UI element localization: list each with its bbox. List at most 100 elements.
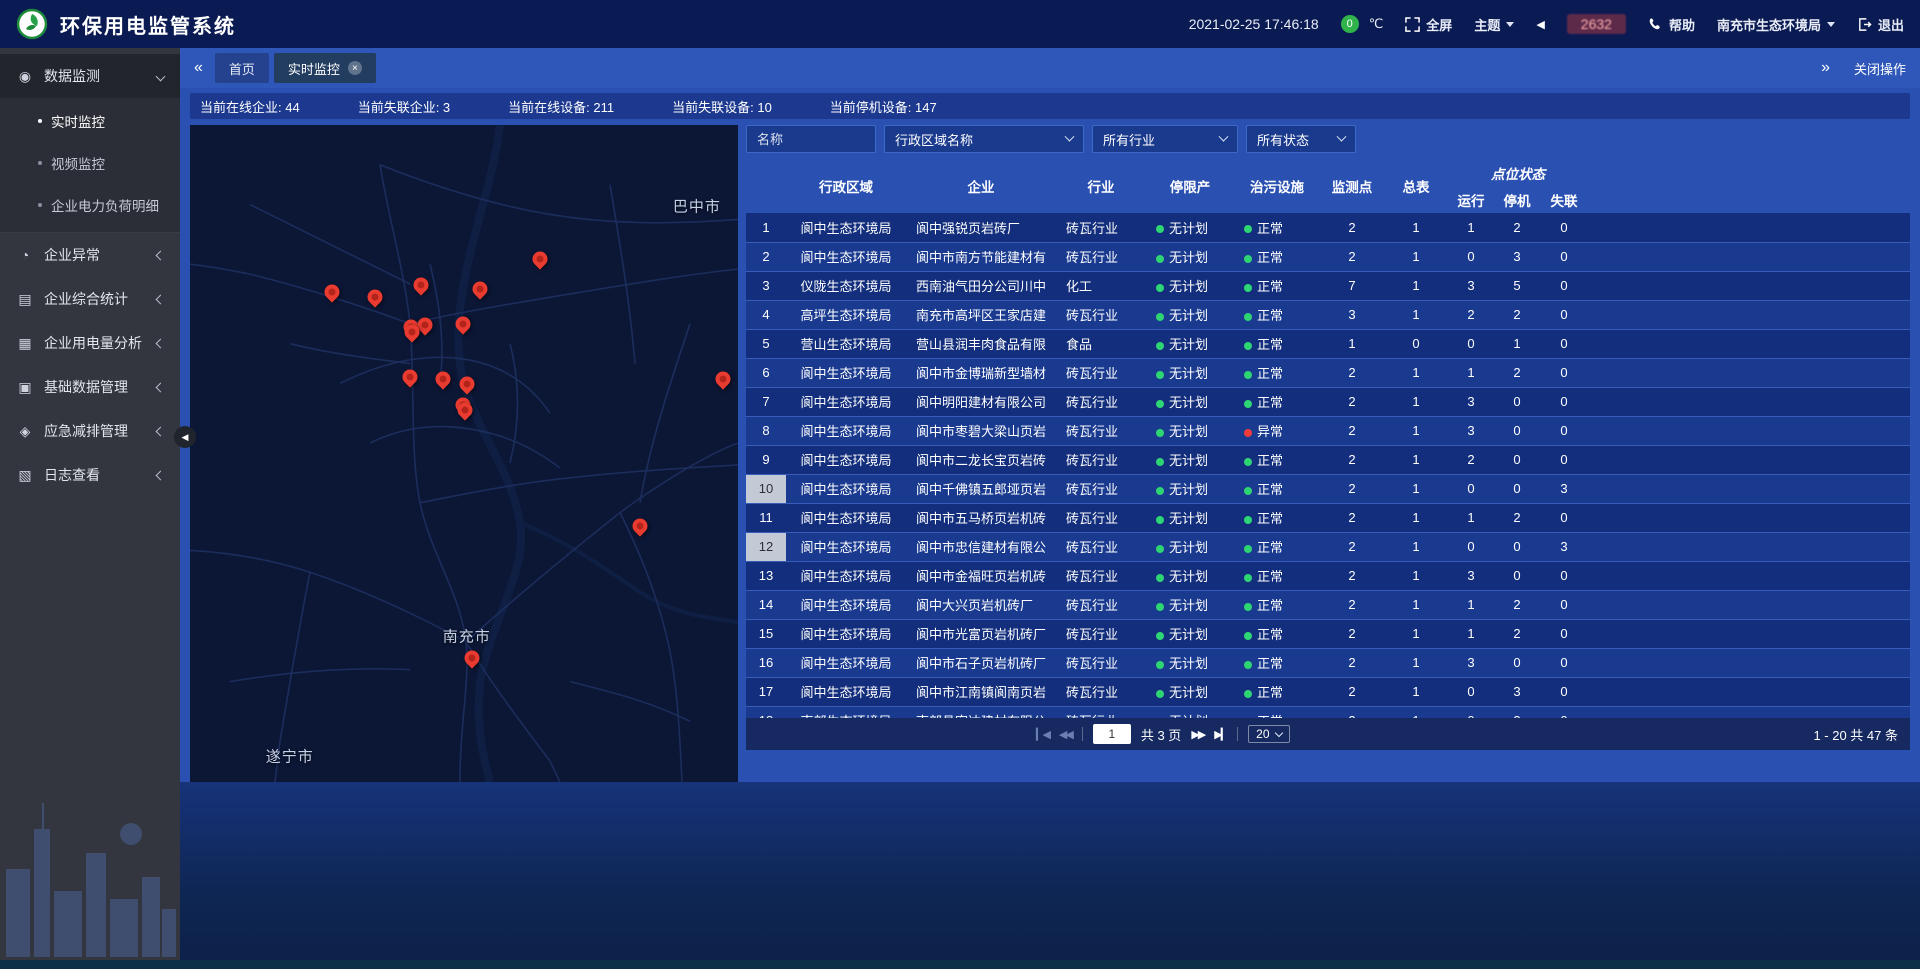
theme-menu[interactable]: 主题 bbox=[1474, 15, 1514, 34]
cell-region: 阆中生态环境局 bbox=[786, 532, 906, 561]
table-row[interactable]: 1阆中生态环境局阆中强锐页岩砖厂砖瓦行业无计划正常21120 bbox=[746, 213, 1910, 242]
col-header-point-status: 点位状态 bbox=[1448, 159, 1588, 187]
table-row[interactable]: 3仪陇生态环境局西南油气田分公司川中化工无计划正常71350 bbox=[746, 271, 1910, 300]
sidebar-collapse-button[interactable]: ◀ bbox=[174, 426, 196, 448]
sidebar-group-base-data[interactable]: ▣基础数据管理 bbox=[0, 365, 180, 409]
cell-points: 2 bbox=[1320, 590, 1384, 619]
status-dot bbox=[1156, 690, 1164, 698]
sidebar-group-data-monitor[interactable]: ◉数据监测 bbox=[0, 54, 180, 98]
map-pin[interactable] bbox=[530, 248, 551, 269]
row-index: 1 bbox=[746, 213, 786, 242]
table-row[interactable]: 11阆中生态环境局阆中市五马桥页岩机砖砖瓦行业无计划正常21120 bbox=[746, 503, 1910, 532]
map-pin[interactable] bbox=[462, 647, 483, 668]
table-row[interactable]: 13阆中生态环境局阆中市金福旺页岩机砖砖瓦行业无计划正常21300 bbox=[746, 561, 1910, 590]
row-index: 2 bbox=[746, 242, 786, 271]
table-row[interactable]: 4高坪生态环境局南充市高坪区王家店建砖瓦行业无计划正常31220 bbox=[746, 300, 1910, 329]
row-index: 3 bbox=[746, 271, 786, 300]
prev-page-icon[interactable]: ◀◀ bbox=[1059, 728, 1072, 741]
cell-filler bbox=[1588, 706, 1910, 718]
map-pin[interactable] bbox=[629, 516, 650, 537]
row-index: 6 bbox=[746, 358, 786, 387]
sidebar-submenu: 实时监控视频监控企业电力负荷明细 bbox=[0, 98, 180, 233]
table-row[interactable]: 10阆中生态环境局阆中千佛镇五郎垭页岩砖瓦行业无计划正常21003 bbox=[746, 474, 1910, 503]
tab-home[interactable]: 首页 bbox=[215, 53, 269, 83]
cell-run: 2 bbox=[1448, 300, 1494, 329]
map-pin[interactable] bbox=[321, 281, 342, 302]
cell-lost: 0 bbox=[1540, 329, 1588, 358]
cell-run: 0 bbox=[1448, 474, 1494, 503]
cell-meters: 1 bbox=[1384, 619, 1448, 648]
cell-limit: 无计划 bbox=[1146, 619, 1234, 648]
log-file-icon: ▧ bbox=[16, 467, 34, 484]
first-page-icon[interactable]: ▎◀ bbox=[1036, 728, 1049, 741]
sidebar-group-logs[interactable]: ▧日志查看 bbox=[0, 453, 180, 497]
logout-button[interactable]: 退出 bbox=[1857, 15, 1904, 34]
table-row[interactable]: 8阆中生态环境局阆中市枣碧大梁山页岩砖瓦行业无计划异常21300 bbox=[746, 416, 1910, 445]
fullscreen-button[interactable]: 全屏 bbox=[1405, 15, 1452, 34]
row-index: 9 bbox=[746, 445, 786, 474]
col-header-points: 监测点 bbox=[1320, 159, 1384, 213]
cell-run: 3 bbox=[1448, 416, 1494, 445]
table-row[interactable]: 7阆中生态环境局阆中明阳建材有限公司砖瓦行业无计划正常21300 bbox=[746, 387, 1910, 416]
sidebar-group-enterprise-abnormal[interactable]: ◔企业异常 bbox=[0, 233, 180, 277]
status-filter-select[interactable]: 所有状态 bbox=[1246, 125, 1356, 153]
close-tab-icon[interactable]: × bbox=[348, 61, 362, 75]
close-operations-button[interactable]: 关闭操作 bbox=[1854, 59, 1906, 78]
status-dot bbox=[1156, 284, 1164, 292]
map-pin[interactable] bbox=[433, 369, 454, 390]
table-row[interactable]: 2阆中生态环境局阆中市南方节能建材有砖瓦行业无计划正常21030 bbox=[746, 242, 1910, 271]
industry-filter-select[interactable]: 所有行业 bbox=[1092, 125, 1238, 153]
map-pin[interactable] bbox=[411, 275, 432, 296]
sidebar-group-power-analysis[interactable]: ▦企业用电量分析 bbox=[0, 321, 180, 365]
cell-facility: 正常 bbox=[1234, 387, 1320, 416]
cell-limit: 无计划 bbox=[1146, 329, 1234, 358]
notice-prev-icon[interactable]: ◀ bbox=[1536, 18, 1544, 31]
table-row[interactable]: 12阆中生态环境局阆中市忠信建材有限公砖瓦行业无计划正常21003 bbox=[746, 532, 1910, 561]
sidebar-item[interactable]: 实时监控 bbox=[0, 100, 180, 142]
org-menu[interactable]: 南充市生态环境局 bbox=[1717, 15, 1835, 34]
table-row[interactable]: 9阆中生态环境局阆中市二龙长宝页岩砖砖瓦行业无计划正常21200 bbox=[746, 445, 1910, 474]
cell-industry: 砖瓦行业 bbox=[1056, 445, 1146, 474]
map-pin[interactable] bbox=[456, 374, 477, 395]
region-filter-select[interactable]: 行政区域名称 bbox=[884, 125, 1084, 153]
cell-facility: 异常 bbox=[1234, 416, 1320, 445]
pagination-range-label: 1 - 20 共 47 条 bbox=[1813, 725, 1898, 744]
cell-company: 阆中市江南镇阆南页岩 bbox=[906, 677, 1056, 706]
table-row[interactable]: 5营山生态环境局营山县润丰肉食品有限食品无计划正常10010 bbox=[746, 329, 1910, 358]
tabs-scroll-left-icon[interactable]: « bbox=[194, 59, 203, 77]
sidebar-item[interactable]: 视频监控 bbox=[0, 142, 180, 184]
table-row[interactable]: 6阆中生态环境局阆中市金博瑞新型墙材砖瓦行业无计划正常21120 bbox=[746, 358, 1910, 387]
table-row[interactable]: 14阆中生态环境局阆中大兴页岩机砖厂砖瓦行业无计划正常21120 bbox=[746, 590, 1910, 619]
tabs-scroll-right-icon[interactable]: » bbox=[1821, 59, 1830, 77]
map-pin[interactable] bbox=[399, 366, 420, 387]
map-city-label: 遂宁市 bbox=[266, 745, 314, 766]
row-index: 12 bbox=[746, 532, 786, 561]
last-page-icon[interactable]: ▶▎ bbox=[1214, 728, 1227, 741]
bullet-icon bbox=[38, 203, 42, 207]
map-pin[interactable] bbox=[469, 279, 490, 300]
status-dot bbox=[1244, 225, 1252, 233]
table-row[interactable]: 18南部生态环境局南部县宏达建材有限公砖瓦行业无计划正常21030 bbox=[746, 706, 1910, 718]
map-pin[interactable] bbox=[452, 313, 473, 334]
page-size-select[interactable]: 20 bbox=[1248, 725, 1289, 743]
help-button[interactable]: 帮助 bbox=[1648, 15, 1695, 34]
table-row[interactable]: 16阆中生态环境局阆中市石子页岩机砖厂砖瓦行业无计划正常21300 bbox=[746, 648, 1910, 677]
tab-realtime-monitor[interactable]: 实时监控 × bbox=[274, 53, 376, 83]
table-row[interactable]: 17阆中生态环境局阆中市江南镇阆南页岩砖瓦行业无计划正常21030 bbox=[746, 677, 1910, 706]
map-pin[interactable] bbox=[365, 286, 386, 307]
page-number-input[interactable] bbox=[1093, 724, 1131, 744]
next-page-icon[interactable]: ▶▶ bbox=[1191, 728, 1204, 741]
cell-region: 阆中生态环境局 bbox=[786, 619, 906, 648]
row-index: 10 bbox=[746, 474, 786, 503]
table-row[interactable]: 15阆中生态环境局阆中市光富页岩机砖厂砖瓦行业无计划正常21120 bbox=[746, 619, 1910, 648]
sidebar-item[interactable]: 企业电力负荷明细 bbox=[0, 184, 180, 226]
name-filter-input[interactable] bbox=[746, 125, 876, 153]
row-index: 11 bbox=[746, 503, 786, 532]
cell-company: 南部县宏达建材有限公 bbox=[906, 706, 1056, 718]
map-pin[interactable] bbox=[713, 368, 734, 389]
map-panel[interactable]: 巴中市南充市遂宁市 bbox=[190, 125, 738, 782]
sidebar-group-enterprise-stats[interactable]: ▤企业综合统计 bbox=[0, 277, 180, 321]
cell-meters: 1 bbox=[1384, 590, 1448, 619]
status-dot bbox=[1244, 284, 1252, 292]
sidebar-group-emergency[interactable]: ◈应急减排管理 bbox=[0, 409, 180, 453]
